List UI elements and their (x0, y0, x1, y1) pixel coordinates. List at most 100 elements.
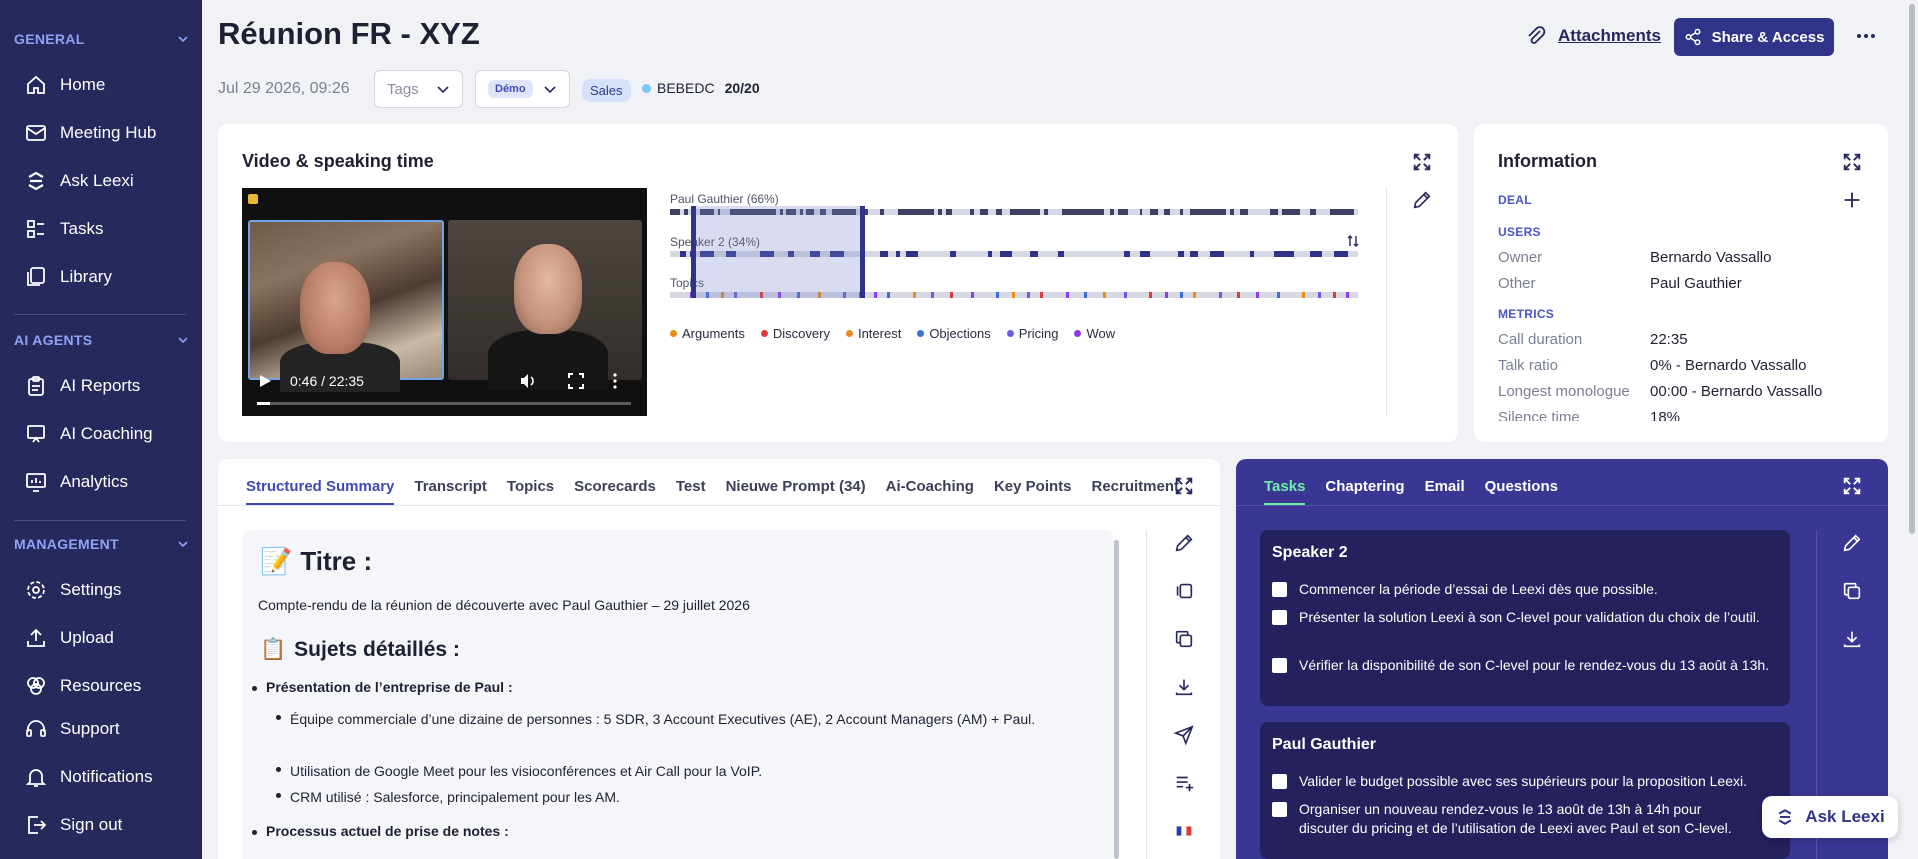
expand-video-button[interactable] (1410, 150, 1434, 174)
task-item[interactable]: Vérifier la disponibilité de son C-level… (1272, 656, 1782, 675)
edit-speakers-button[interactable] (1410, 188, 1434, 212)
expand-tasks-button[interactable] (1840, 474, 1864, 498)
tab-topics[interactable]: Topics (507, 478, 554, 506)
topic-marker[interactable] (1333, 292, 1336, 298)
tab-key-points[interactable]: Key Points (994, 478, 1072, 506)
sort-icon[interactable] (1346, 234, 1360, 248)
summary-scrollbar[interactable] (1114, 540, 1119, 859)
tab-nieuwe-prompt[interactable]: Nieuwe Prompt (34) (726, 478, 866, 506)
expand-info-button[interactable] (1840, 150, 1864, 174)
demo-select[interactable]: Démo (475, 70, 570, 108)
sidebar-item-sign-out[interactable]: Sign out (14, 807, 194, 843)
tab-questions[interactable]: Questions (1485, 478, 1558, 506)
topic-marker[interactable] (931, 292, 934, 298)
topic-marker[interactable] (887, 292, 890, 298)
volume-icon[interactable] (519, 372, 537, 390)
tab-structured-summary[interactable]: Structured Summary (246, 478, 395, 506)
topic-marker[interactable] (950, 292, 953, 298)
topic-marker[interactable] (996, 292, 999, 298)
topic-marker[interactable] (1165, 292, 1168, 298)
tags-select[interactable]: Tags (374, 70, 463, 108)
sidebar-item-settings[interactable]: Settings (14, 572, 194, 608)
expand-summary-button[interactable] (1172, 474, 1196, 498)
topic-marker[interactable] (1180, 292, 1183, 298)
topic-marker[interactable] (971, 292, 974, 298)
task-checkbox[interactable] (1272, 658, 1287, 673)
topic-marker[interactable] (1066, 292, 1069, 298)
topic-marker[interactable] (1219, 292, 1222, 298)
video-player[interactable]: 0:46 / 22:35 (242, 188, 647, 416)
topic-marker[interactable] (1302, 292, 1305, 298)
sidebar-item-home[interactable]: Home (14, 67, 194, 103)
legend-item[interactable]: Discovery (760, 326, 830, 341)
sidebar-item-ask-leexi[interactable]: Ask Leexi (14, 163, 194, 199)
language-button[interactable] (1172, 819, 1196, 843)
section-ai-agents[interactable]: AI AGENTS (14, 330, 190, 350)
topic-marker[interactable] (874, 292, 877, 298)
download-summary-button[interactable] (1172, 675, 1196, 699)
edit-summary-button[interactable] (1172, 531, 1196, 555)
more-options-button[interactable] (1854, 24, 1878, 48)
section-general[interactable]: GENERAL (14, 29, 190, 49)
edit-tasks-button[interactable] (1840, 531, 1864, 555)
topic-marker[interactable] (1346, 292, 1349, 298)
tab-email[interactable]: Email (1425, 478, 1465, 506)
tab-recruitment[interactable]: Recruitment (1092, 478, 1180, 506)
legend-item[interactable]: Objections (917, 326, 991, 341)
scrollbar-thumb[interactable] (1909, 4, 1915, 534)
topic-marker[interactable] (1040, 292, 1043, 298)
legend-item[interactable]: Wow (1074, 326, 1115, 341)
play-icon[interactable] (258, 374, 272, 388)
tab-test[interactable]: Test (676, 478, 706, 506)
task-item[interactable]: Organiser un nouveau rendez-vous le 13 a… (1272, 800, 1732, 838)
task-checkbox[interactable] (1272, 582, 1287, 597)
topic-marker[interactable] (1124, 292, 1127, 298)
download-tasks-button[interactable] (1840, 627, 1864, 651)
copy-summary-button[interactable] (1172, 627, 1196, 651)
page-scrollbar[interactable] (1906, 0, 1918, 859)
sidebar-item-ai-reports[interactable]: AI Reports (14, 368, 194, 404)
sidebar-item-tasks[interactable]: Tasks (14, 211, 194, 247)
send-summary-button[interactable] (1172, 723, 1196, 747)
topic-marker[interactable] (1149, 292, 1152, 298)
tab-transcript[interactable]: Transcript (414, 478, 487, 506)
topic-marker[interactable] (1237, 292, 1240, 298)
attachments-link[interactable]: Attachments (1524, 24, 1661, 48)
topic-marker[interactable] (1027, 292, 1030, 298)
add-deal-button[interactable] (1840, 188, 1864, 212)
topic-marker[interactable] (1318, 292, 1321, 298)
section-management[interactable]: MANAGEMENT (14, 534, 190, 554)
task-item[interactable]: Commencer la période d’essai de Leexi dè… (1272, 580, 1782, 599)
sidebar-item-ai-coaching[interactable]: AI Coaching (14, 416, 194, 452)
sidebar-item-upload[interactable]: Upload (14, 620, 194, 656)
tab-ai-coaching[interactable]: Ai-Coaching (886, 478, 974, 506)
task-item[interactable]: Présenter la solution Leexi à son C-leve… (1272, 608, 1782, 627)
regenerate-button[interactable] (1172, 579, 1196, 603)
topic-marker[interactable] (913, 292, 916, 298)
tab-chaptering[interactable]: Chaptering (1325, 478, 1404, 506)
legend-item[interactable]: Interest (845, 326, 901, 341)
topic-marker[interactable] (1012, 292, 1015, 298)
sidebar-item-notifications[interactable]: Notifications (14, 759, 194, 795)
ask-leexi-button[interactable]: Ask Leexi (1762, 796, 1898, 838)
topic-marker[interactable] (1256, 292, 1259, 298)
more-vertical-icon[interactable] (606, 372, 624, 390)
sidebar-item-support[interactable]: Support (14, 711, 194, 747)
legend-item[interactable]: Pricing (1006, 326, 1058, 341)
sidebar-item-analytics[interactable]: Analytics (14, 464, 194, 500)
sidebar-item-library[interactable]: Library (14, 259, 194, 295)
topic-marker[interactable] (1084, 292, 1087, 298)
sidebar-item-meeting-hub[interactable]: Meeting Hub (14, 115, 194, 151)
tab-tasks[interactable]: Tasks (1264, 478, 1306, 506)
legend-item[interactable]: Arguments (670, 326, 745, 341)
topic-marker[interactable] (1277, 292, 1280, 298)
copy-tasks-button[interactable] (1840, 579, 1864, 603)
task-checkbox[interactable] (1272, 802, 1287, 817)
video-progress-bar[interactable] (257, 402, 631, 405)
task-checkbox[interactable] (1272, 774, 1287, 789)
topic-marker[interactable] (1103, 292, 1106, 298)
topic-marker[interactable] (1193, 292, 1196, 298)
playback-selection[interactable] (691, 206, 865, 298)
fullscreen-icon[interactable] (567, 372, 585, 390)
task-checkbox[interactable] (1272, 610, 1287, 625)
